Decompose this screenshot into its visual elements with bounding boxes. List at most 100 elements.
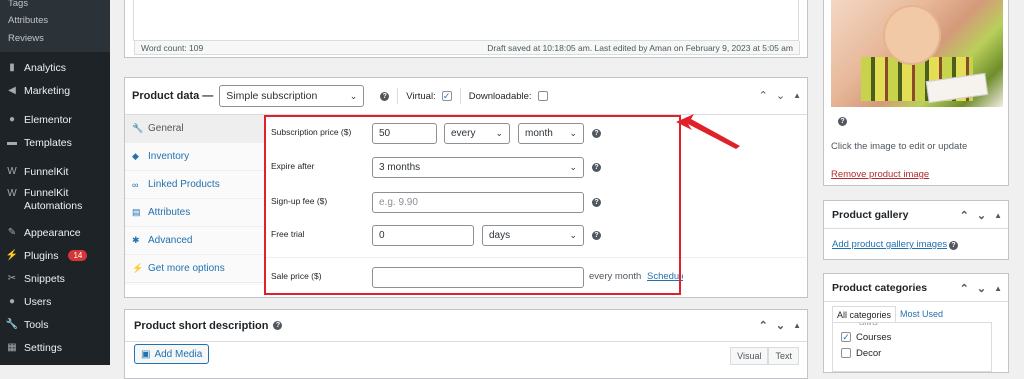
link-icon: ∞ — [132, 179, 139, 190]
billing-interval-value: every — [451, 128, 476, 139]
chevron-down-icon: ⌄ — [349, 90, 358, 101]
wrench-icon: 🔧 — [5, 319, 19, 330]
list-item[interactable]: Decor — [833, 345, 991, 361]
downloadable-label: Downloadable: — [468, 90, 532, 102]
sidebar-item-funnelkit[interactable]: W FunnelKit — [0, 160, 110, 183]
help-icon[interactable]: ? — [949, 241, 958, 250]
list-icon: ▤ — [132, 207, 141, 217]
short-description-header: Product short description ? ⌃ ⌄ ▲ — [125, 310, 807, 342]
highlight-arrow-icon — [676, 114, 740, 149]
move-up-icon[interactable]: ⌃ — [759, 89, 768, 103]
media-icon: ▣ — [141, 348, 151, 360]
free-trial-period-select[interactable]: days ⌄ — [482, 225, 584, 246]
downloadable-checkbox[interactable] — [537, 91, 548, 101]
product-type-select[interactable]: Simple subscription ⌄ — [219, 85, 365, 107]
tab-get-more-options[interactable]: ⚡ Get more options — [125, 255, 264, 283]
product-gallery-panel: Product gallery ⌃ ⌄ ▲ Add product galler… — [823, 200, 1009, 260]
sidebar-item-label: Users — [24, 295, 52, 308]
signup-fee-input[interactable]: e.g. 9.90 — [372, 192, 584, 213]
collapse-icon[interactable]: ▲ — [793, 319, 801, 333]
sidebar-item-analytics[interactable]: ▮ Analytics — [0, 56, 110, 79]
submenu-tags[interactable]: Tags — [0, 0, 110, 12]
tab-linked-products[interactable]: ∞ Linked Products — [125, 171, 264, 199]
move-up-icon[interactable]: ⌃ — [759, 319, 768, 333]
product-gallery-title: Product gallery — [832, 208, 909, 221]
panel-controls: ⌃ ⌄ ▲ — [960, 209, 1002, 223]
expire-after-value: 3 months — [379, 162, 421, 173]
sidebar-item-marketing[interactable]: ◀ Marketing — [0, 79, 110, 102]
sidebar-item-elementor[interactable]: ● Elementor — [0, 108, 110, 131]
sidebar-item-users[interactable]: ● Users — [0, 290, 110, 313]
help-icon[interactable]: ? — [592, 129, 601, 138]
expire-after-select[interactable]: 3 months ⌄ — [372, 157, 584, 178]
free-trial-label: Free trial — [271, 229, 305, 239]
sidebar-item-snippets[interactable]: ✂ Snippets — [0, 267, 110, 290]
sidebar-item-funnelkit-automations[interactable]: W FunnelKit Automations — [0, 183, 110, 221]
add-gallery-images-link[interactable]: Add product gallery images — [832, 239, 947, 250]
move-down-icon[interactable]: ⌄ — [776, 89, 785, 103]
category-checkbox[interactable] — [841, 348, 851, 358]
sidebar-item-label: Settings — [24, 341, 62, 354]
help-icon[interactable]: ? — [592, 198, 601, 207]
move-down-icon[interactable]: ⌄ — [776, 319, 785, 333]
products-submenu: Tags Attributes Reviews — [0, 0, 110, 52]
sale-price-input[interactable] — [372, 267, 584, 288]
free-trial-input[interactable]: 0 — [372, 225, 474, 246]
settings-icon: ▦ — [7, 342, 17, 353]
help-icon[interactable]: ? — [592, 231, 601, 240]
move-up-icon[interactable]: ⌃ — [960, 209, 969, 223]
remove-image-link[interactable]: Remove product image — [831, 169, 929, 180]
product-type-value: Simple subscription — [226, 90, 318, 102]
virtual-checkbox[interactable]: ✓ — [441, 91, 452, 101]
sidebar-item-tools[interactable]: 🔧 Tools — [0, 313, 110, 336]
sidebar-item-settings[interactable]: ▦ Settings — [0, 336, 110, 359]
sidebar-item-label: FunnelKit Automations — [24, 187, 83, 212]
draft-status: Draft saved at 10:18:05 am. Last edited … — [487, 42, 793, 53]
image-caption: Click the image to edit or update — [831, 141, 968, 152]
help-icon[interactable]: ? — [380, 91, 390, 101]
product-image[interactable] — [831, 0, 1003, 107]
tab-text[interactable]: Text — [768, 347, 799, 365]
move-up-icon[interactable]: ⌃ — [960, 282, 969, 296]
tab-label: Get more options — [148, 263, 225, 274]
funnelkit-icon: W — [7, 166, 17, 177]
billing-interval-select[interactable]: every ⌄ — [444, 123, 510, 144]
move-down-icon[interactable]: ⌄ — [977, 209, 986, 223]
help-icon[interactable]: ? — [592, 163, 601, 172]
sidebar-item-label: Tools — [24, 318, 49, 331]
help-icon[interactable]: ? — [273, 321, 283, 330]
move-down-icon[interactable]: ⌄ — [977, 282, 986, 296]
collapse-icon[interactable]: ▲ — [994, 209, 1002, 223]
category-checkbox[interactable]: ✓ — [841, 332, 851, 342]
billing-period-select[interactable]: month ⌄ — [518, 123, 584, 144]
add-media-button[interactable]: ▣ Add Media — [134, 344, 210, 364]
short-description-title: Product short description — [134, 319, 269, 332]
editor-textarea[interactable] — [133, 0, 799, 41]
sidebar-item-templates[interactable]: ▬ Templates — [0, 131, 110, 154]
chevron-down-icon: ⌄ — [569, 162, 577, 172]
plugins-update-badge: 14 — [68, 250, 88, 261]
sidebar-item-plugins[interactable]: ⚡ Plugins 14 — [0, 244, 110, 267]
tab-general[interactable]: 🔧 General — [125, 115, 264, 143]
product-data-title: Product data — — [132, 90, 214, 102]
help-icon[interactable]: ? — [838, 117, 847, 126]
collapse-icon[interactable]: ▲ — [793, 89, 801, 103]
subscription-price-input[interactable]: 50 — [372, 123, 437, 144]
sidebar-item-label: FunnelKit — [24, 165, 69, 178]
tab-inventory[interactable]: ◆ Inventory — [125, 143, 264, 171]
product-image-panel: ? Click the image to edit or update Remo… — [823, 0, 1009, 186]
tab-advanced[interactable]: ✱ Advanced — [125, 227, 264, 255]
submenu-attributes[interactable]: Attributes — [0, 12, 110, 30]
collapse-icon[interactable]: ▲ — [994, 282, 1002, 296]
plug-icon: ⚡ — [5, 250, 19, 261]
sidebar-item-appearance[interactable]: ✎ Appearance — [0, 221, 110, 244]
panel-controls: ⌃ ⌄ ▲ — [759, 319, 801, 333]
chevron-down-icon: ⌄ — [495, 128, 503, 138]
list-item[interactable]: ✓ Courses — [833, 329, 991, 345]
tab-visual[interactable]: Visual — [730, 347, 769, 365]
submenu-reviews[interactable]: Reviews — [0, 30, 110, 48]
editor-mode-tabs: Visual Text — [730, 347, 799, 365]
schedule-link[interactable]: Schedule — [647, 271, 683, 282]
tab-attributes[interactable]: ▤ Attributes — [125, 199, 264, 227]
plug-icon: ⚡ — [132, 263, 144, 273]
